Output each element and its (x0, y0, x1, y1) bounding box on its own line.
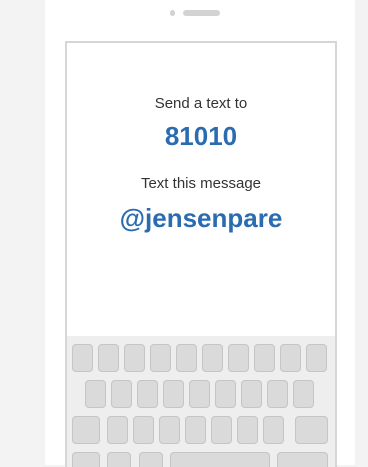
keyboard-key (280, 344, 301, 372)
keyboard-key (189, 380, 210, 408)
keyboard-key (293, 380, 314, 408)
keyboard-key (228, 344, 249, 372)
message-handle: @jensenpare (119, 203, 283, 233)
keyboard-key (163, 380, 184, 408)
keyboard-key (267, 380, 288, 408)
keyboard-key (241, 380, 262, 408)
phone-illustration: Send a text to 81010 Text this message @… (45, 0, 355, 467)
backspace-key (295, 416, 328, 444)
keyboard-key (124, 344, 145, 372)
short-code-number: 81010 (164, 121, 238, 151)
keyboard-key (237, 416, 258, 444)
keyboard-key (137, 380, 158, 408)
keyboard-key (107, 416, 128, 444)
keyboard-key (202, 344, 223, 372)
send-text-label: Send a text to (154, 95, 248, 112)
keyboard-key (211, 416, 232, 444)
keyboard-illustration (67, 336, 335, 467)
phone-screen: Send a text to 81010 Text this message @… (65, 41, 337, 467)
phone-speaker (170, 9, 220, 17)
keyboard-key (185, 416, 206, 444)
keyboard-key (176, 344, 197, 372)
camera-dot-icon (170, 10, 176, 16)
keyboard-key (111, 380, 132, 408)
keyboard-key (150, 344, 171, 372)
keyboard-key (133, 416, 154, 444)
shift-key (72, 416, 100, 444)
keyboard-key (254, 344, 275, 372)
keyboard-key (85, 380, 106, 408)
speaker-grill-icon (183, 10, 220, 16)
keyboard-key (215, 380, 236, 408)
message-instructions: Send a text to 81010 Text this message @… (67, 43, 335, 333)
keyboard-key (72, 344, 93, 372)
keyboard-key (159, 416, 180, 444)
keyboard-key (306, 344, 327, 372)
keyboard-key (98, 344, 119, 372)
keyboard-key (263, 416, 284, 444)
text-message-label: Text this message (140, 175, 262, 192)
